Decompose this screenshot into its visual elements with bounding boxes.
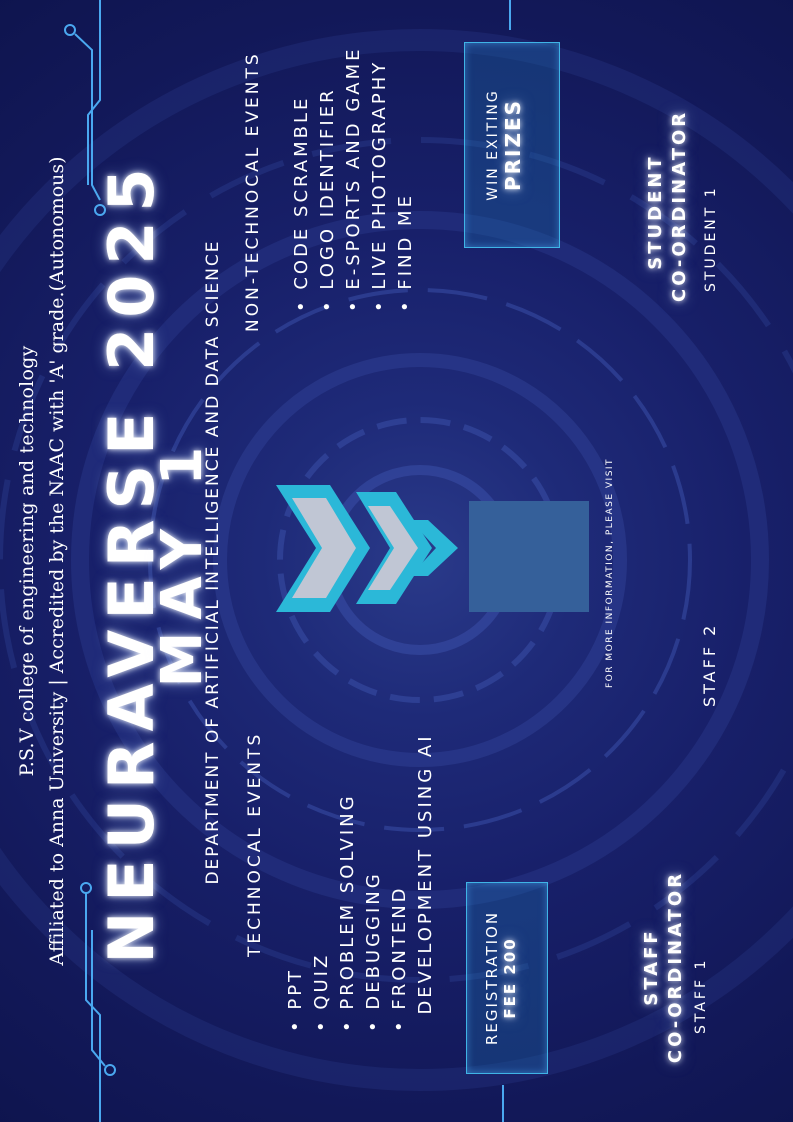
- technical-events-heading: TECHNOCAL EVENTS: [245, 731, 265, 957]
- list-item: • E-SPORTS AND GAME: [343, 46, 364, 312]
- non-technical-events-list: • CODE SCRAMBLE • LOGO IDENTIFIER • E-SP…: [289, 46, 419, 312]
- student-heading-line1: STUDENT: [645, 154, 666, 270]
- staff-1-name: STAFF 1: [693, 957, 709, 1034]
- list-item: • CODE SCRAMBLE: [291, 95, 312, 312]
- poster: P.S.V college of engineering and technol…: [0, 0, 793, 1122]
- staff-2-name: STAFF 2: [700, 622, 719, 707]
- staff-coordinator-heading: STAFF CO-ORDINATOR: [640, 867, 688, 1067]
- student-heading-line2: CO-ORDINATOR: [669, 109, 690, 302]
- college-name: P.S.V college of engineering and technol…: [16, 345, 38, 777]
- non-technical-events-heading: NON-TECHNOCAL EVENTS: [243, 51, 263, 332]
- college-affiliation: Affiliated to Anna University | Accredit…: [46, 156, 68, 966]
- qr-code-placeholder: [469, 501, 589, 612]
- list-item: • PPT: [285, 967, 306, 1032]
- prizes-title: PRIZES: [501, 98, 525, 192]
- student-1-name: STUDENT 1: [703, 185, 719, 292]
- staff-heading-line1: STAFF: [641, 928, 662, 1006]
- registration-fee-box: REGISTRATION FEE 200: [466, 882, 548, 1074]
- list-item: • DEBUGGING: [363, 871, 384, 1032]
- list-item: • LIVE PHOTOGRAPHY: [369, 59, 390, 312]
- list-item: DEVELOPMENT USING AI: [415, 733, 436, 1032]
- prizes-box: WIN EXITING PRIZES: [464, 42, 560, 248]
- more-info-text: FOR MORE INFORMATION, PLEASE VISIT: [605, 457, 615, 688]
- list-item: • QUIZ: [311, 952, 332, 1032]
- list-item: • FIND ME: [395, 193, 416, 312]
- technical-events-list: • PPT • QUIZ • PROBLEM SOLVING • DEBUGGI…: [283, 733, 439, 1032]
- list-item: • PROBLEM SOLVING: [337, 793, 358, 1032]
- list-item: • LOGO IDENTIFIER: [317, 87, 338, 312]
- registration-label: REGISTRATION: [483, 910, 501, 1046]
- prizes-label: WIN EXITING: [485, 89, 501, 201]
- list-item: • FRONTEND: [389, 885, 410, 1032]
- rotated-content: P.S.V college of engineering and technol…: [0, 0, 793, 1122]
- department-name: DEPARTMENT OF ARTIFICIAL INTELLIGENCE AN…: [203, 239, 223, 885]
- student-coordinator-heading: STUDENT CO-ORDINATOR: [644, 109, 692, 302]
- registration-fee: FEE 200: [501, 937, 519, 1019]
- staff-heading-line2: CO-ORDINATOR: [665, 870, 686, 1064]
